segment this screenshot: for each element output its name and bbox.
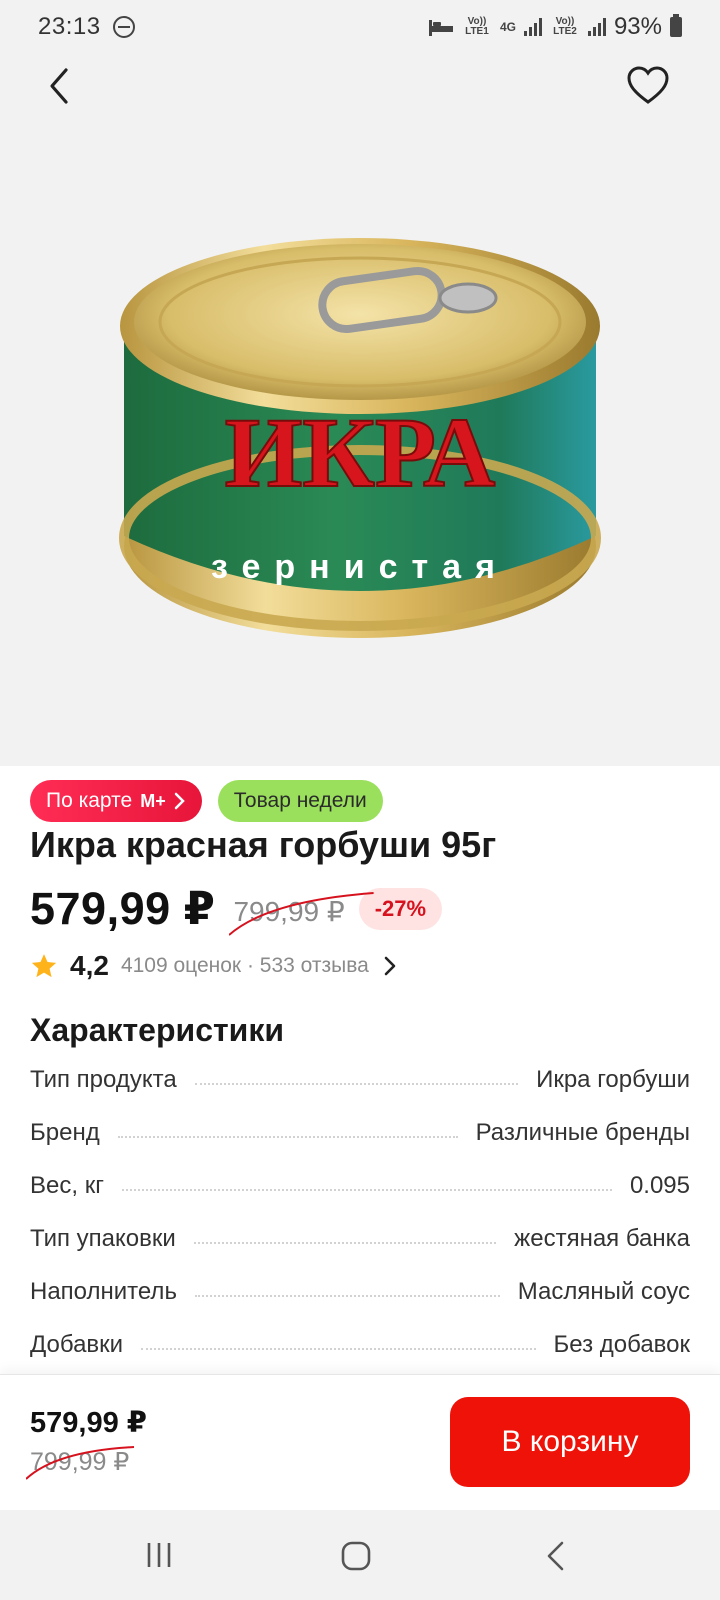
home-icon[interactable] — [340, 1540, 372, 1572]
can-title-text: ИКРА — [225, 397, 496, 508]
signal-2-icon — [587, 18, 606, 36]
week-product-badge[interactable]: Товар недели — [217, 780, 383, 822]
signal-1-icon — [523, 18, 542, 36]
dotted-leader — [193, 1242, 497, 1244]
back-icon[interactable] — [40, 66, 80, 106]
spec-value: Без добавок — [553, 1331, 690, 1358]
sleep-mode-icon — [428, 20, 453, 36]
buy-bar: 579,99 ₽ 799,99 ₽ В корзину — [0, 1374, 720, 1510]
spec-name: Вес, кг — [30, 1172, 104, 1199]
dotted-leader — [117, 1136, 458, 1138]
specs-title: Характеристики — [30, 1012, 285, 1048]
spec-row: Тип упаковки жестяная банка — [30, 1225, 690, 1278]
spec-row: Тип продукта Икра горбуши — [30, 1066, 690, 1119]
system-nav-bar — [0, 1510, 720, 1600]
current-price: 579,99 ₽ — [30, 883, 216, 934]
status-icons: Vo)) LTE1 4G Vo)) LTE2 93% — [428, 13, 682, 41]
old-price-text: 799,99 ₽ — [233, 896, 345, 927]
lte2-label: Vo)) LTE2 — [553, 16, 577, 37]
buy-bar-old-price: 799,99 ₽ — [26, 1446, 135, 1480]
product-badges: По карте М+ Товар недели — [30, 780, 383, 822]
spec-row: Наполнитель Масляный соус — [30, 1278, 690, 1331]
spec-value: жестяная банка — [514, 1225, 690, 1252]
spec-value: Икра горбуши — [536, 1066, 690, 1093]
dotted-leader — [194, 1083, 519, 1085]
product-image-area: ИКРА зернистая — [0, 54, 720, 766]
battery-icon — [670, 14, 682, 37]
spec-name: Бренд — [30, 1119, 100, 1146]
spec-name: Наполнитель — [30, 1278, 177, 1305]
favorite-heart-icon[interactable] — [626, 64, 670, 108]
strikethrough-mark — [26, 1446, 135, 1480]
network-4g-label: 4G — [499, 20, 516, 34]
spec-name: Добавки — [30, 1331, 124, 1358]
specs-list: Тип продукта Икра горбуши Бренд Различны… — [30, 1066, 690, 1384]
product-title: Икра красная горбуши 95г — [30, 824, 497, 865]
star-icon — [31, 954, 57, 978]
card-price-label: По карте — [46, 789, 133, 812]
dotted-leader — [121, 1189, 612, 1191]
product-image: ИКРА зернистая — [119, 238, 601, 638]
clock: 23:13 — [38, 13, 101, 40]
spec-name: Тип продукта — [30, 1066, 177, 1093]
spec-row: Вес, кг 0.095 — [30, 1172, 690, 1225]
can-subtitle-text: зернистая — [211, 548, 509, 586]
buy-bar-price: 579,99 ₽ — [30, 1407, 147, 1439]
chevron-right-icon — [174, 792, 185, 810]
system-back-icon[interactable] — [544, 1540, 568, 1572]
chevron-right-icon — [384, 956, 396, 976]
rating-meta: 4109 оценок · 533 отзыва — [120, 954, 369, 977]
discount-badge: -27% — [358, 887, 443, 930]
rating-value: 4,2 — [70, 950, 109, 981]
spec-value: Различные бренды — [475, 1119, 690, 1146]
status-bar: 23:13 Vo)) LTE1 4G Vo)) LTE2 93% — [0, 0, 720, 54]
spec-value: 0.095 — [629, 1172, 690, 1199]
old-price: 799,99 ₽ — [229, 892, 375, 936]
battery-percent: 93% — [613, 13, 662, 40]
card-price-badge[interactable]: По карте М+ — [30, 780, 202, 822]
do-not-disturb-icon — [112, 16, 135, 38]
recent-apps-icon[interactable] — [144, 1540, 174, 1570]
spec-row: Бренд Различные бренды — [30, 1119, 690, 1172]
m-plus-logo: М+ — [140, 790, 166, 811]
rating-row[interactable]: 4,2 4109 оценок · 533 отзыва — [30, 950, 397, 982]
price-row: 579,99 ₽ 799,99 ₽ -27% — [30, 882, 443, 936]
lte1-label: Vo)) LTE1 — [465, 16, 489, 37]
dotted-leader — [141, 1348, 536, 1350]
spec-name: Тип упаковки — [30, 1225, 176, 1252]
spec-value: Масляный соус — [517, 1278, 690, 1305]
add-to-cart-button[interactable]: В корзину — [450, 1397, 690, 1487]
dotted-leader — [194, 1295, 500, 1297]
